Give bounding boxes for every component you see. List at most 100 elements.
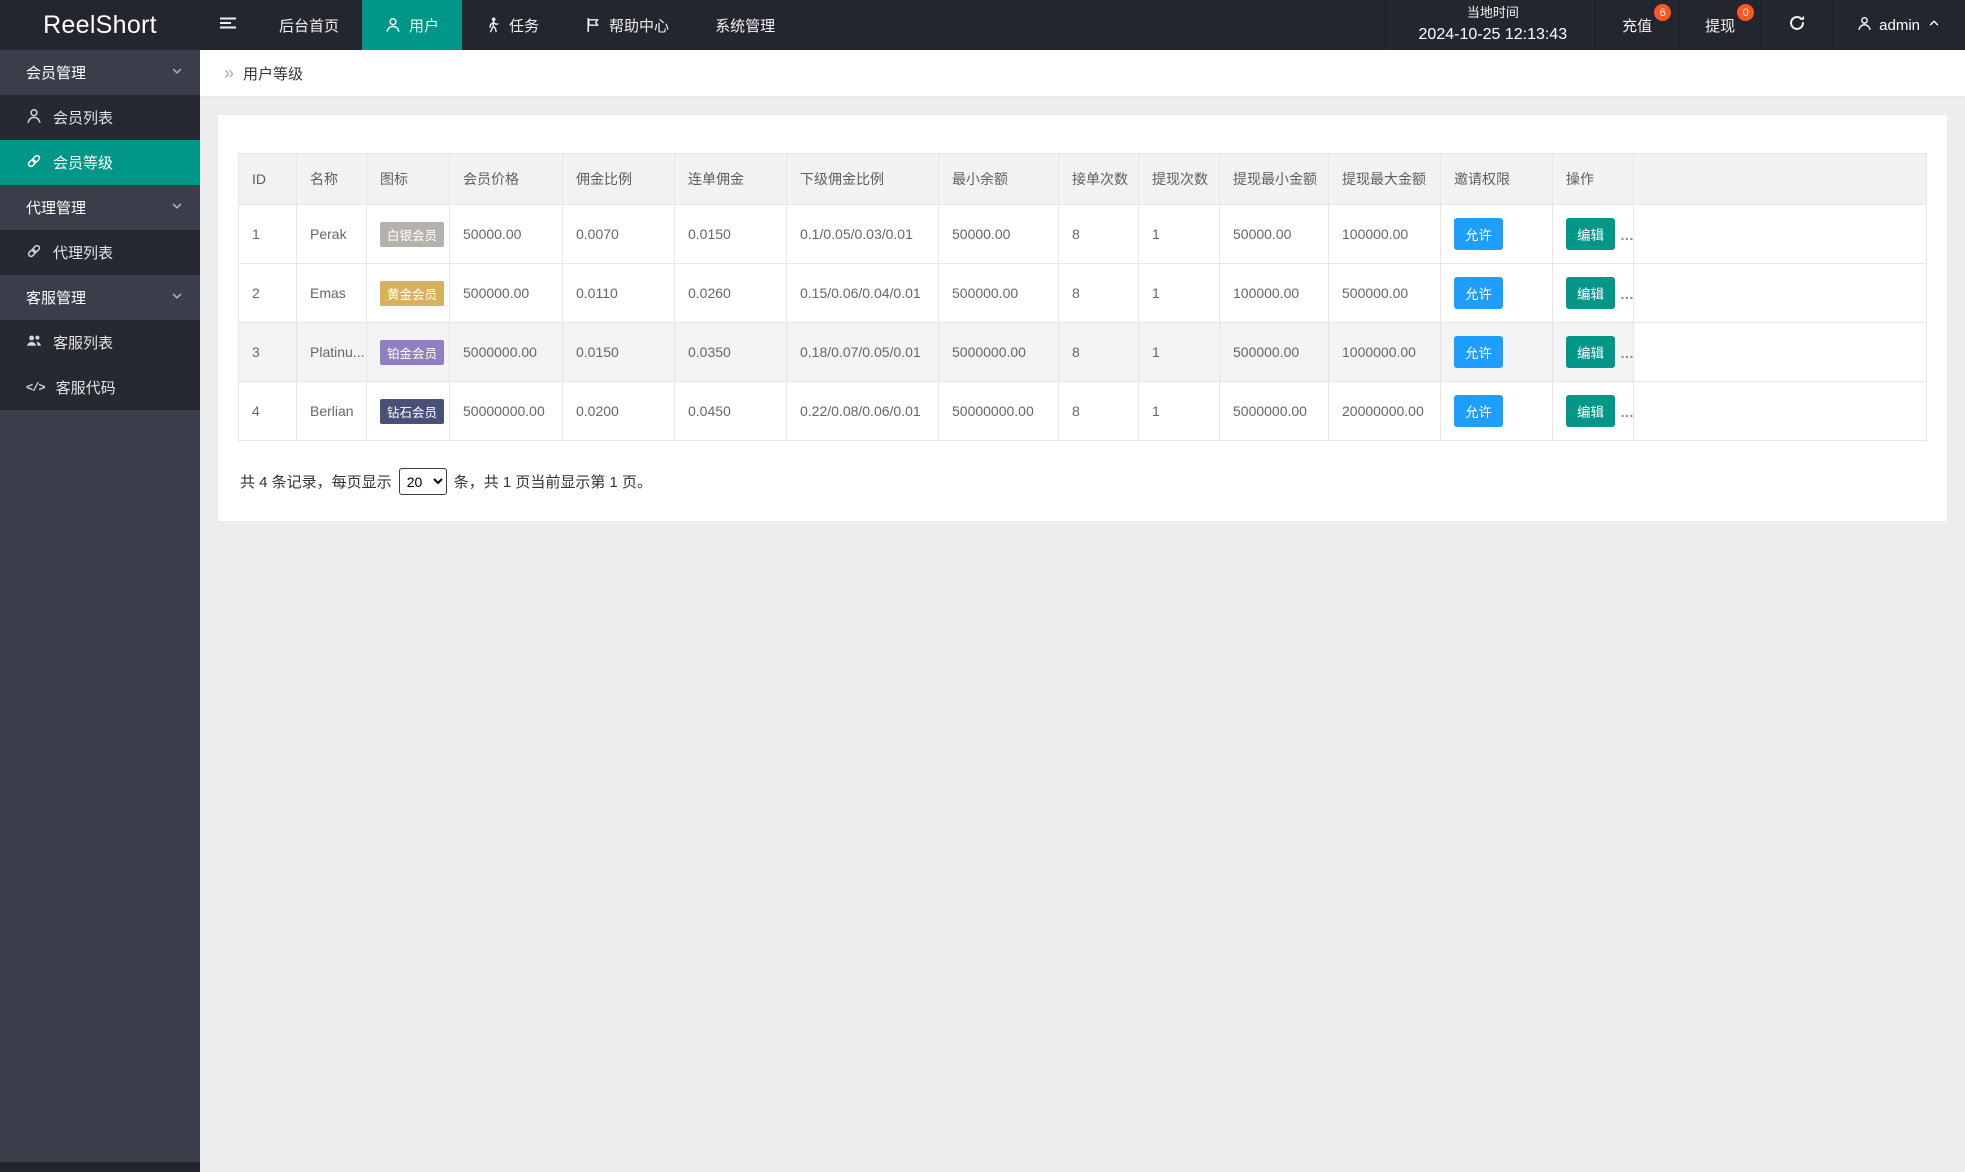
cell-orders: 8 <box>1058 204 1139 264</box>
cell-withdraws: 1 <box>1138 381 1220 441</box>
admin-username: admin <box>1879 16 1920 34</box>
cell-filler <box>1633 322 1927 382</box>
cell-sub-rates: 0.15/0.06/0.04/0.01 <box>786 263 939 323</box>
invite-permission-button[interactable]: 允许 <box>1454 395 1503 427</box>
cell-chain: 0.0450 <box>674 381 787 441</box>
cell-chain: 0.0350 <box>674 322 787 382</box>
sidebar-item-label: 会员等级 <box>53 155 114 172</box>
cell-rate: 0.0200 <box>562 381 675 441</box>
sidebar-toggle-button[interactable] <box>200 0 256 50</box>
cell-withdraws: 1 <box>1138 204 1220 264</box>
edit-button[interactable]: 编辑 <box>1566 218 1615 250</box>
nav-item-system[interactable]: 系统管理 <box>692 0 798 50</box>
cell-name: Platinu... <box>296 322 367 382</box>
cell-chain: 0.0260 <box>674 263 787 323</box>
nav-item-label: 帮助中心 <box>609 17 670 35</box>
col-header-icon: 图标 <box>366 153 450 205</box>
nav-item-dashboard[interactable]: 后台首页 <box>256 0 362 50</box>
invite-permission-button[interactable]: 允许 <box>1454 218 1503 250</box>
col-header-order-times: 接单次数 <box>1058 153 1139 205</box>
user-icon <box>385 17 401 33</box>
cell-id: 3 <box>238 322 297 382</box>
nav-item-users[interactable]: 用户 <box>362 0 463 50</box>
sidebar: 会员管理 会员列表 会员等级 代理管理 代理列表 客服管理 客服列表 </> 客… <box>0 50 200 1172</box>
sidebar-item-member-list[interactable]: 会员列表 <box>0 95 200 140</box>
cell-sub-rates: 0.22/0.08/0.06/0.01 <box>786 381 939 441</box>
table-row: 3 Platinu... 铂金会员 5000000.00 0.0150 0.03… <box>238 322 1927 382</box>
sidebar-item-support-code[interactable]: </> 客服代码 <box>0 365 200 410</box>
more-actions-ellipsis: … <box>1620 227 1634 243</box>
sidebar-group-agent-management[interactable]: 代理管理 <box>0 185 200 230</box>
top-navbar: ReelShort 后台首页 用户 任务 帮助中心 系统管理 当地时间 2024… <box>0 0 1965 50</box>
col-header-actions: 操作 <box>1552 153 1634 205</box>
sidebar-group-label: 客服管理 <box>26 290 87 307</box>
pagination-bar: 共 4 条记录，每页显示 20 条，共 1 页当前显示第 1 页。 <box>238 468 1927 495</box>
local-time: 当地时间 2024-10-25 12:13:43 <box>1389 0 1596 50</box>
nav-item-label: 后台首页 <box>279 17 340 35</box>
sidebar-group-support-management[interactable]: 客服管理 <box>0 275 200 320</box>
nav-item-label: 系统管理 <box>715 17 776 35</box>
cell-price: 500000.00 <box>449 263 563 323</box>
code-icon: </> <box>26 380 46 395</box>
edit-button[interactable]: 编辑 <box>1566 277 1615 309</box>
cell-min-withdraw: 50000.00 <box>1219 204 1329 264</box>
sidebar-item-agent-list[interactable]: 代理列表 <box>0 230 200 275</box>
cell-name: Emas <box>296 263 367 323</box>
table-row: 4 Berlian 钻石会员 50000000.00 0.0200 0.0450… <box>238 381 1927 441</box>
cell-min-withdraw: 5000000.00 <box>1219 381 1329 441</box>
main-content: » 用户等级 ID 名称 图标 会员价格 佣金比例 连单佣金 下级佣金比例 最小… <box>200 50 1965 1172</box>
cell-name: Perak <box>296 204 367 264</box>
cell-rate: 0.0150 <box>562 322 675 382</box>
cell-filler <box>1633 381 1927 441</box>
chevron-down-icon <box>170 289 184 307</box>
edit-button[interactable]: 编辑 <box>1566 336 1615 368</box>
user-icon <box>26 108 42 128</box>
nav-item-tasks[interactable]: 任务 <box>462 0 562 50</box>
cell-chain: 0.0150 <box>674 204 787 264</box>
flag-icon <box>585 17 601 33</box>
cell-min-balance: 5000000.00 <box>938 322 1059 382</box>
cell-withdraws: 1 <box>1138 263 1220 323</box>
col-header-chain-commission: 连单佣金 <box>674 153 787 205</box>
cell-min-balance: 50000.00 <box>938 204 1059 264</box>
recharge-label: 充值 <box>1622 17 1653 35</box>
invite-permission-button[interactable]: 允许 <box>1454 277 1503 309</box>
cell-max-withdraw: 500000.00 <box>1328 263 1441 323</box>
withdraw-button[interactable]: 提现 0 <box>1678 0 1761 50</box>
pagination-prefix-text: 共 4 条记录，每页显示 <box>240 474 392 491</box>
invite-permission-button[interactable]: 允许 <box>1454 336 1503 368</box>
cell-filler <box>1633 204 1927 264</box>
nav-item-label: 任务 <box>509 17 540 35</box>
nav-item-help-center[interactable]: 帮助中心 <box>562 0 692 50</box>
col-header-max-withdraw: 提现最大金额 <box>1328 153 1441 205</box>
sidebar-item-label: 会员列表 <box>53 110 114 127</box>
pagination-suffix-text: 条，共 1 页当前显示第 1 页。 <box>453 474 653 491</box>
cell-orders: 8 <box>1058 381 1139 441</box>
level-badge: 黄金会员 <box>380 280 445 306</box>
sidebar-item-label: 客服列表 <box>53 335 114 352</box>
col-header-commission-rate: 佣金比例 <box>562 153 675 205</box>
nav-item-label: 用户 <box>409 17 440 35</box>
admin-user-icon <box>1857 16 1872 35</box>
cell-price: 5000000.00 <box>449 322 563 382</box>
sidebar-group-member-management[interactable]: 会员管理 <box>0 50 200 95</box>
per-page-select[interactable]: 20 <box>398 468 447 495</box>
local-time-label: 当地时间 <box>1466 4 1519 20</box>
col-header-min-withdraw: 提现最小金额 <box>1219 153 1329 205</box>
sidebar-item-support-list[interactable]: 客服列表 <box>0 320 200 365</box>
table-card: ID 名称 图标 会员价格 佣金比例 连单佣金 下级佣金比例 最小余额 接单次数… <box>218 115 1947 521</box>
sidebar-item-member-levels[interactable]: 会员等级 <box>0 140 200 185</box>
recharge-button[interactable]: 充值 6 <box>1595 0 1678 50</box>
withdraw-label: 提现 <box>1705 17 1736 35</box>
cell-withdraws: 1 <box>1138 322 1220 382</box>
level-badge: 铂金会员 <box>380 339 445 365</box>
cell-id: 2 <box>238 263 297 323</box>
cell-rate: 0.0070 <box>562 204 675 264</box>
link-icon <box>26 243 42 263</box>
breadcrumb-arrows-icon: » <box>224 63 235 83</box>
hamburger-icon <box>219 15 237 36</box>
cell-name: Berlian <box>296 381 367 441</box>
edit-button[interactable]: 编辑 <box>1566 395 1615 427</box>
refresh-button[interactable] <box>1761 0 1832 50</box>
admin-menu[interactable]: admin <box>1832 0 1965 50</box>
